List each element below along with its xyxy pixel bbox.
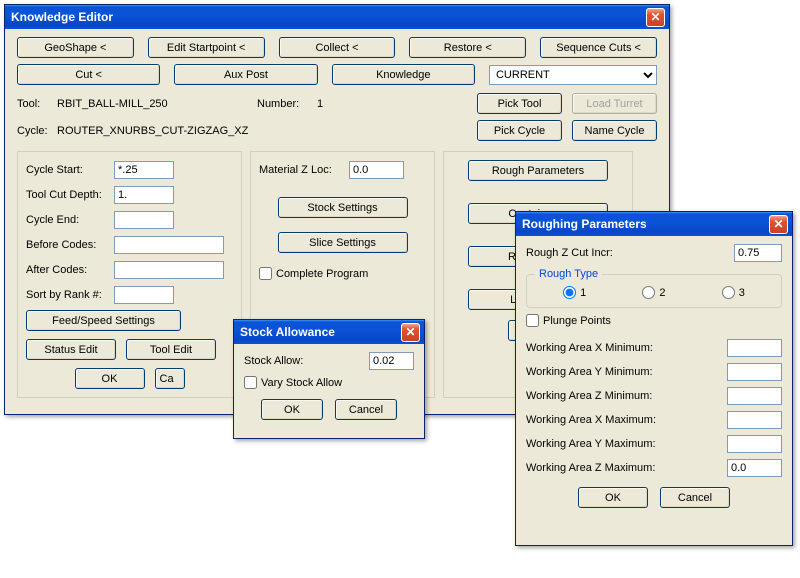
tool-edit-button[interactable]: Tool Edit <box>126 339 216 360</box>
cycle-label: Cycle: <box>17 125 57 137</box>
wa-x-max-input[interactable] <box>727 411 782 429</box>
geoshape-button[interactable]: GeoShape < <box>17 37 134 58</box>
number-value: 1 <box>317 98 377 110</box>
aux-post-button[interactable]: Aux Post <box>174 64 317 85</box>
cycle-end-input[interactable] <box>114 211 174 229</box>
stock-cancel-button[interactable]: Cancel <box>335 399 397 420</box>
plunge-points-checkbox[interactable]: Plunge Points <box>526 314 782 327</box>
before-codes-label: Before Codes: <box>26 239 114 251</box>
wa-x-min-label: Working Area X Minimum: <box>526 342 727 354</box>
sort-rank-label: Sort by Rank #: <box>26 289 114 301</box>
tool-value: RBIT_BALL-MILL_250 <box>57 98 257 110</box>
feed-speed-button[interactable]: Feed/Speed Settings <box>26 310 181 331</box>
name-cycle-button[interactable]: Name Cycle <box>572 120 657 141</box>
roughing-parameters-window: Roughing Parameters ✕ Rough Z Cut Incr: … <box>515 211 793 546</box>
wa-y-min-label: Working Area Y Minimum: <box>526 366 727 378</box>
window-title: Roughing Parameters <box>522 217 769 231</box>
stock-allowance-window: Stock Allowance ✕ Stock Allow: Vary Stoc… <box>233 319 425 439</box>
close-icon[interactable]: ✕ <box>769 215 788 234</box>
rough-type-3-radio[interactable]: 3 <box>722 286 745 299</box>
stock-allowance-titlebar: Stock Allowance ✕ <box>234 320 424 344</box>
wa-z-max-label: Working Area Z Maximum: <box>526 462 727 474</box>
wa-z-max-input[interactable] <box>727 459 782 477</box>
material-z-input[interactable] <box>349 161 404 179</box>
cycle-end-label: Cycle End: <box>26 214 114 226</box>
number-label: Number: <box>257 98 317 110</box>
wa-y-max-input[interactable] <box>727 435 782 453</box>
tool-cut-depth-label: Tool Cut Depth: <box>26 189 114 201</box>
cut-button[interactable]: Cut < <box>17 64 160 85</box>
sequence-cuts-button[interactable]: Sequence Cuts < <box>540 37 657 58</box>
after-codes-input[interactable] <box>114 261 224 279</box>
sort-rank-input[interactable] <box>114 286 174 304</box>
collect-button[interactable]: Collect < <box>279 37 396 58</box>
stock-ok-button[interactable]: OK <box>261 399 323 420</box>
wa-z-min-input[interactable] <box>727 387 782 405</box>
rough-z-cut-input[interactable] <box>734 244 782 262</box>
window-title: Stock Allowance <box>240 325 401 339</box>
vary-stock-checkbox[interactable]: Vary Stock Allow <box>244 376 414 389</box>
knowledge-select[interactable]: CURRENT <box>489 65 657 85</box>
rough-ok-button[interactable]: OK <box>578 487 648 508</box>
rough-z-cut-label: Rough Z Cut Incr: <box>526 247 734 259</box>
before-codes-input[interactable] <box>114 236 224 254</box>
status-edit-button[interactable]: Status Edit <box>26 339 116 360</box>
toolbar-row-2: Cut < Aux Post Knowledge CURRENT <box>17 64 657 85</box>
cycle-start-input[interactable] <box>114 161 174 179</box>
main-ok-button[interactable]: OK <box>75 368 145 389</box>
slice-settings-button[interactable]: Slice Settings <box>278 232 408 253</box>
tool-cut-depth-input[interactable] <box>114 186 174 204</box>
rough-type-1-radio[interactable]: 1 <box>563 286 586 299</box>
wa-y-min-input[interactable] <box>727 363 782 381</box>
knowledge-button[interactable]: Knowledge <box>332 64 475 85</box>
stock-allow-label: Stock Allow: <box>244 355 369 367</box>
close-icon[interactable]: ✕ <box>646 8 665 27</box>
close-icon[interactable]: ✕ <box>401 323 420 342</box>
roughing-parameters-titlebar: Roughing Parameters ✕ <box>516 212 792 236</box>
rough-type-2-radio[interactable]: 2 <box>642 286 665 299</box>
stock-allow-input[interactable] <box>369 352 414 370</box>
left-panel: Cycle Start: Tool Cut Depth: Cycle End: … <box>17 151 242 398</box>
wa-x-max-label: Working Area X Maximum: <box>526 414 727 426</box>
toolbar-row-1: GeoShape < Edit Startpoint < Collect < R… <box>17 37 657 58</box>
pick-tool-button[interactable]: Pick Tool <box>477 93 562 114</box>
material-z-label: Material Z Loc: <box>259 164 349 176</box>
restore-button[interactable]: Restore < <box>409 37 526 58</box>
wa-y-max-label: Working Area Y Maximum: <box>526 438 727 450</box>
pick-cycle-button[interactable]: Pick Cycle <box>477 120 562 141</box>
main-cancel-button[interactable]: Ca <box>155 368 185 389</box>
knowledge-editor-titlebar: Knowledge Editor ✕ <box>5 5 669 29</box>
window-title: Knowledge Editor <box>11 10 646 24</box>
edit-startpoint-button[interactable]: Edit Startpoint < <box>148 37 265 58</box>
wa-z-min-label: Working Area Z Minimum: <box>526 390 727 402</box>
wa-x-min-input[interactable] <box>727 339 782 357</box>
after-codes-label: After Codes: <box>26 264 114 276</box>
rough-type-group: Rough Type 1 2 3 <box>526 268 782 308</box>
rough-parameters-button[interactable]: Rough Parameters <box>468 160 608 181</box>
complete-program-checkbox[interactable]: Complete Program <box>259 267 426 280</box>
load-turret-button: Load Turret <box>572 93 657 114</box>
tool-label: Tool: <box>17 98 57 110</box>
cycle-start-label: Cycle Start: <box>26 164 114 176</box>
stock-settings-button[interactable]: Stock Settings <box>278 197 408 218</box>
rough-type-legend: Rough Type <box>535 268 602 280</box>
rough-cancel-button[interactable]: Cancel <box>660 487 730 508</box>
cycle-value: ROUTER_XNURBS_CUT-ZIGZAG_XZ <box>57 125 357 137</box>
